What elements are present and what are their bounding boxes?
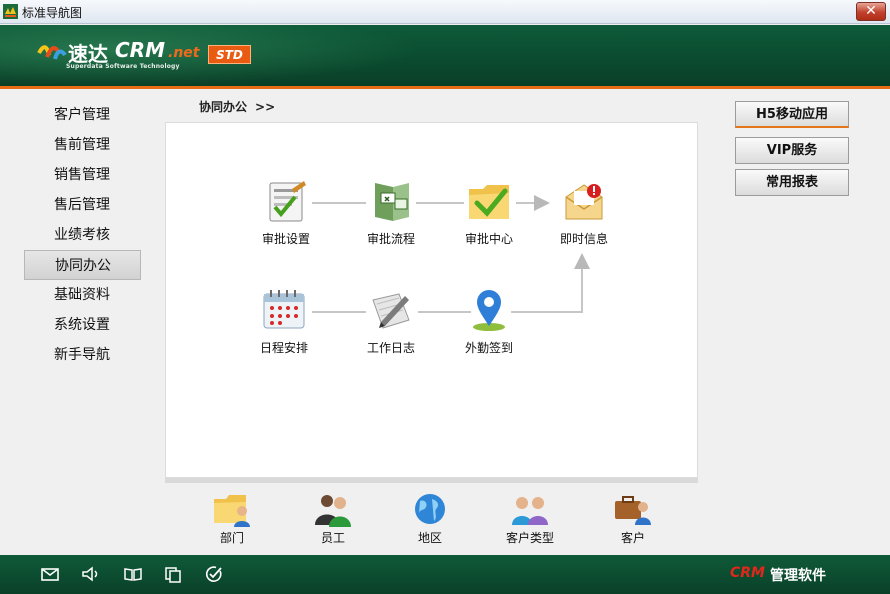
flow-panel: 审批设置 审批流程 审批中心 即时信息 日程安排 工作日志 外勤签到: [165, 122, 698, 478]
sidebar-item-customer[interactable]: 客户管理: [24, 100, 141, 130]
calendar-icon: [263, 290, 305, 329]
flow-node-label: 日程安排: [259, 341, 308, 355]
approval-center-folder-icon: [469, 185, 509, 219]
window-title: 标准导航图: [22, 6, 83, 20]
strip-item-label: 客户类型: [505, 531, 554, 545]
department-folder-icon: [214, 495, 250, 527]
flow-node-label: 审批中心: [464, 232, 513, 246]
flow-node-label: 审批设置: [261, 232, 310, 246]
book-icon[interactable]: [123, 565, 143, 583]
brand-mark-icon: [37, 45, 67, 60]
approval-flow-icon: [375, 183, 409, 221]
vip-service-button[interactable]: VIP服务: [735, 137, 849, 164]
flow-node-approval-flow[interactable]: 审批流程: [351, 177, 431, 247]
mail-icon[interactable]: [40, 565, 60, 583]
breadcrumb-separator: >>: [255, 100, 276, 114]
footer-bar: CRM 管理软件: [0, 555, 890, 594]
brand-crm: CRM: [115, 38, 165, 62]
sidebar-nav: 客户管理 售前管理 销售管理 售后管理 业绩考核 协同办公 基础资料 系统设置 …: [24, 100, 142, 370]
flow-node-work-log[interactable]: 工作日志: [351, 286, 431, 356]
strip-item-customer-types[interactable]: 客户类型: [495, 491, 565, 546]
flow-node-schedule[interactable]: 日程安排: [244, 286, 324, 356]
copy-icon[interactable]: [163, 565, 183, 583]
title-bar: 标准导航图 ✕: [0, 0, 890, 24]
common-reports-button[interactable]: 常用报表: [735, 169, 849, 196]
breadcrumb-current: 协同办公: [199, 100, 248, 114]
instant-message-envelope-icon: [565, 184, 603, 220]
sidebar-item-aftersales[interactable]: 售后管理: [24, 190, 141, 220]
employees-icon: [315, 495, 351, 527]
customer-types-icon: [512, 497, 548, 525]
check-circle-icon[interactable]: [204, 565, 224, 583]
brand-english: Superdata Software Technology: [66, 63, 180, 70]
flow-node-approval-center[interactable]: 审批中心: [449, 177, 529, 247]
banner-accent-stripe: [0, 86, 890, 89]
sidebar-item-basic-data[interactable]: 基础资料: [24, 280, 141, 310]
sidebar-item-beginner-guide[interactable]: 新手导航: [24, 340, 141, 370]
sidebar-item-presales[interactable]: 售前管理: [24, 130, 141, 160]
footer-brand-crm: CRM: [730, 565, 765, 581]
edition-badge: STD: [208, 45, 251, 64]
breadcrumb: 协同办公 >>: [199, 98, 275, 115]
strip-item-employees[interactable]: 员工: [298, 491, 368, 546]
customer-briefcase-icon: [615, 496, 651, 525]
sidebar-item-collaboration[interactable]: 协同办公: [24, 250, 141, 280]
app-logo-icon: [3, 4, 18, 19]
header-banner: 速达 CRM .net Superdata Software Technolog…: [0, 25, 890, 86]
basic-data-strip: 部门 员工 地区 客户类型 客户: [165, 483, 698, 553]
strip-item-label: 客户: [620, 531, 645, 545]
close-button[interactable]: ✕: [856, 2, 886, 21]
strip-item-label: 员工: [320, 531, 345, 545]
strip-item-customer[interactable]: 客户: [598, 491, 668, 546]
brand-net: .net: [168, 45, 200, 61]
speaker-icon[interactable]: [80, 565, 100, 583]
footer-brand-text: 管理软件: [770, 568, 826, 584]
flow-node-instant-message[interactable]: 即时信息: [544, 177, 624, 247]
flow-node-label: 即时信息: [559, 232, 608, 246]
sidebar-item-system-settings[interactable]: 系统设置: [24, 310, 141, 340]
flow-node-label: 外勤签到: [464, 341, 513, 355]
sidebar-item-performance[interactable]: 业绩考核: [24, 220, 141, 250]
sidebar-item-sales[interactable]: 销售管理: [24, 160, 141, 190]
approval-settings-icon: [269, 181, 306, 222]
strip-item-department[interactable]: 部门: [197, 491, 267, 546]
strip-item-region[interactable]: 地区: [395, 491, 465, 546]
app-window: 标准导航图 ✕ 速达 CRM .net Superdata Software T…: [0, 0, 890, 594]
flow-node-field-checkin[interactable]: 外勤签到: [449, 286, 529, 356]
strip-item-label: 部门: [219, 531, 244, 545]
location-pin-icon: [473, 290, 505, 331]
strip-item-label: 地区: [417, 531, 442, 545]
globe-icon: [415, 494, 445, 524]
h5-mobile-app-button[interactable]: H5移动应用: [735, 101, 849, 128]
flow-node-label: 工作日志: [366, 341, 415, 355]
work-log-pen-icon: [372, 293, 410, 329]
flow-node-approval-settings[interactable]: 审批设置: [246, 177, 326, 247]
flow-node-label: 审批流程: [366, 232, 415, 246]
